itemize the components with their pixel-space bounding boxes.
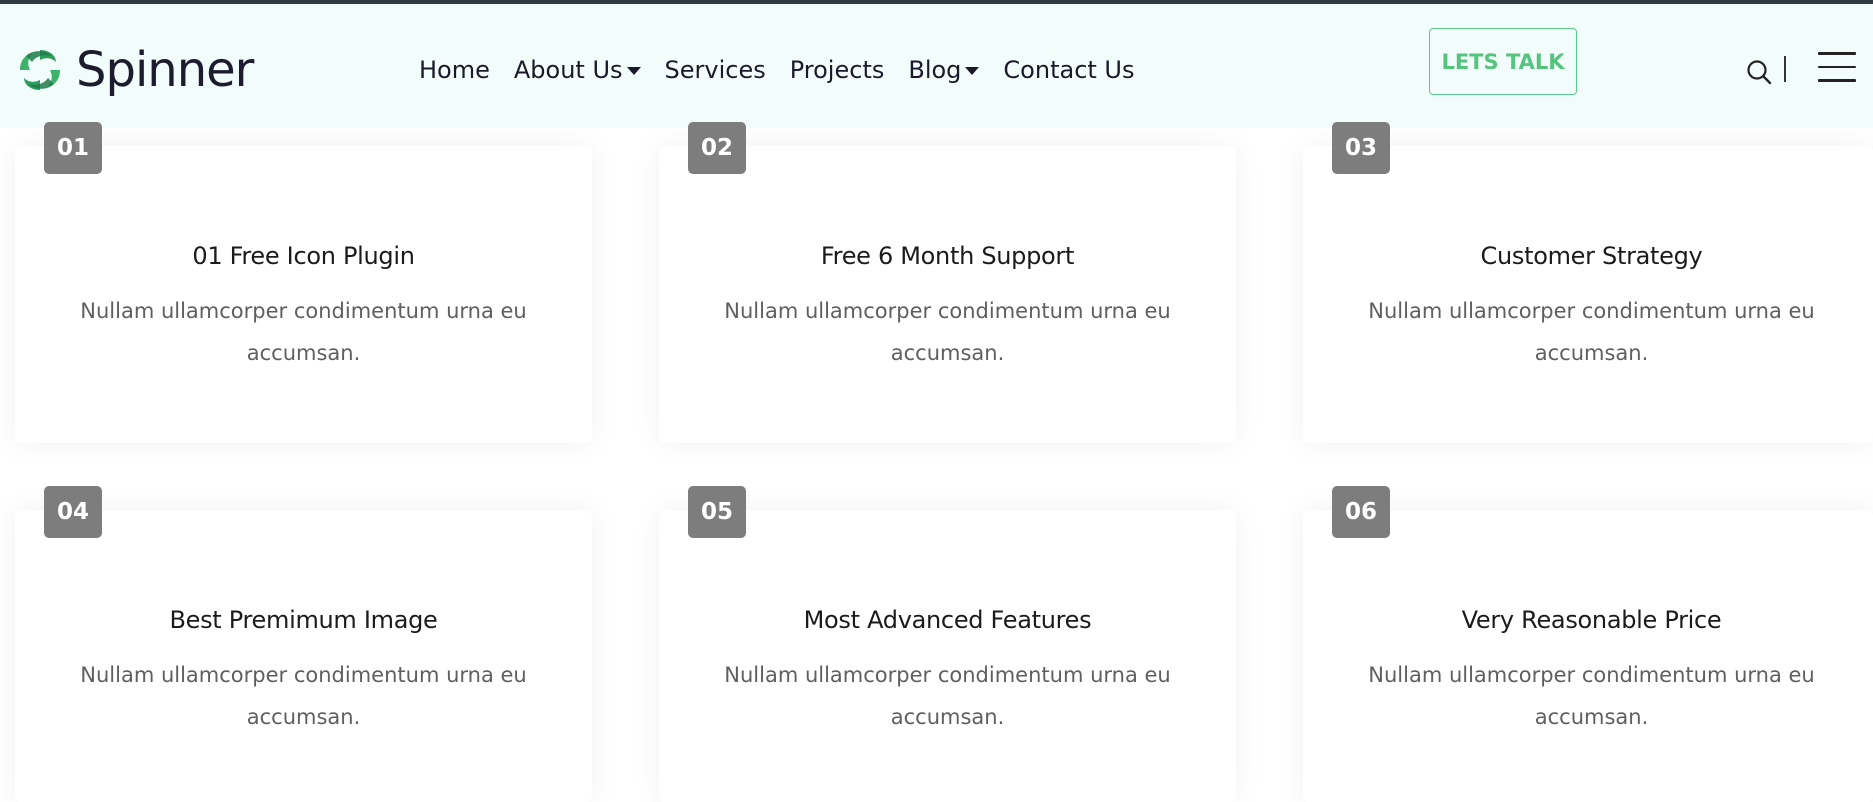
nav-item-label: Services: [664, 56, 766, 84]
brand-logo[interactable]: Spinner: [16, 42, 254, 98]
card-number-badge: 01: [44, 122, 102, 174]
site-header: Spinner Home About Us Services Projects …: [0, 4, 1873, 128]
card-title: Best Premimum Image: [169, 606, 438, 634]
feature-card: 01 Free Icon Plugin Nullam ullamcorper c…: [15, 146, 592, 443]
feature-card: Most Advanced Features Nullam ullamcorpe…: [659, 510, 1236, 802]
card-number-badge: 05: [688, 486, 746, 538]
hamburger-menu-icon[interactable]: [1818, 52, 1856, 88]
card-description: Nullam ullamcorper condimentum urna eu a…: [1368, 299, 1815, 365]
spinner-logo-icon: [20, 50, 60, 90]
nav-item-label: Contact Us: [1003, 56, 1135, 84]
card-number-badge: 03: [1332, 122, 1390, 174]
card-number-badge: 04: [44, 486, 102, 538]
card-title: Very Reasonable Price: [1461, 606, 1722, 634]
feature-card: Very Reasonable Price Nullam ullamcorper…: [1303, 510, 1873, 802]
feature-card: Best Premimum Image Nullam ullamcorper c…: [15, 510, 592, 802]
nav-item-label: Projects: [789, 56, 885, 84]
search-icon[interactable]: [1745, 58, 1773, 86]
caret-down-icon: [626, 67, 641, 75]
card-title: Most Advanced Features: [803, 606, 1092, 634]
nav-item-label: About Us: [513, 56, 623, 84]
nav-item-about-us[interactable]: About Us: [514, 50, 641, 90]
feature-card: Customer Strategy Nullam ullamcorper con…: [1303, 146, 1873, 443]
card-number-badge: 06: [1332, 486, 1390, 538]
caret-down-icon: [965, 67, 980, 75]
header-divider: [1784, 56, 1786, 82]
card-description: Nullam ullamcorper condimentum urna eu a…: [724, 299, 1171, 365]
card-title: Free 6 Month Support: [820, 242, 1075, 270]
card-title: 01 Free Icon Plugin: [192, 242, 415, 270]
card-description: Nullam ullamcorper condimentum urna eu a…: [80, 663, 527, 729]
card-description: Nullam ullamcorper condimentum urna eu a…: [724, 663, 1171, 729]
card-description: Nullam ullamcorper condimentum urna eu a…: [1368, 663, 1815, 729]
brand-name: Spinner: [76, 42, 254, 98]
lets-talk-button[interactable]: LETS TALK: [1429, 28, 1577, 95]
card-number-badge: 02: [688, 122, 746, 174]
main-nav: Home About Us Services Projects Blog Con…: [419, 50, 1159, 90]
card-description: Nullam ullamcorper condimentum urna eu a…: [80, 299, 527, 365]
nav-item-blog[interactable]: Blog: [908, 50, 980, 90]
nav-item-home[interactable]: Home: [419, 50, 490, 90]
nav-item-label: Home: [419, 56, 490, 84]
nav-item-contact-us[interactable]: Contact Us: [1003, 50, 1134, 90]
nav-item-label: Blog: [908, 56, 962, 84]
nav-item-projects[interactable]: Projects: [790, 50, 885, 90]
nav-item-services[interactable]: Services: [665, 50, 766, 90]
card-title: Customer Strategy: [1480, 242, 1703, 270]
feature-card: Free 6 Month Support Nullam ullamcorper …: [659, 146, 1236, 443]
